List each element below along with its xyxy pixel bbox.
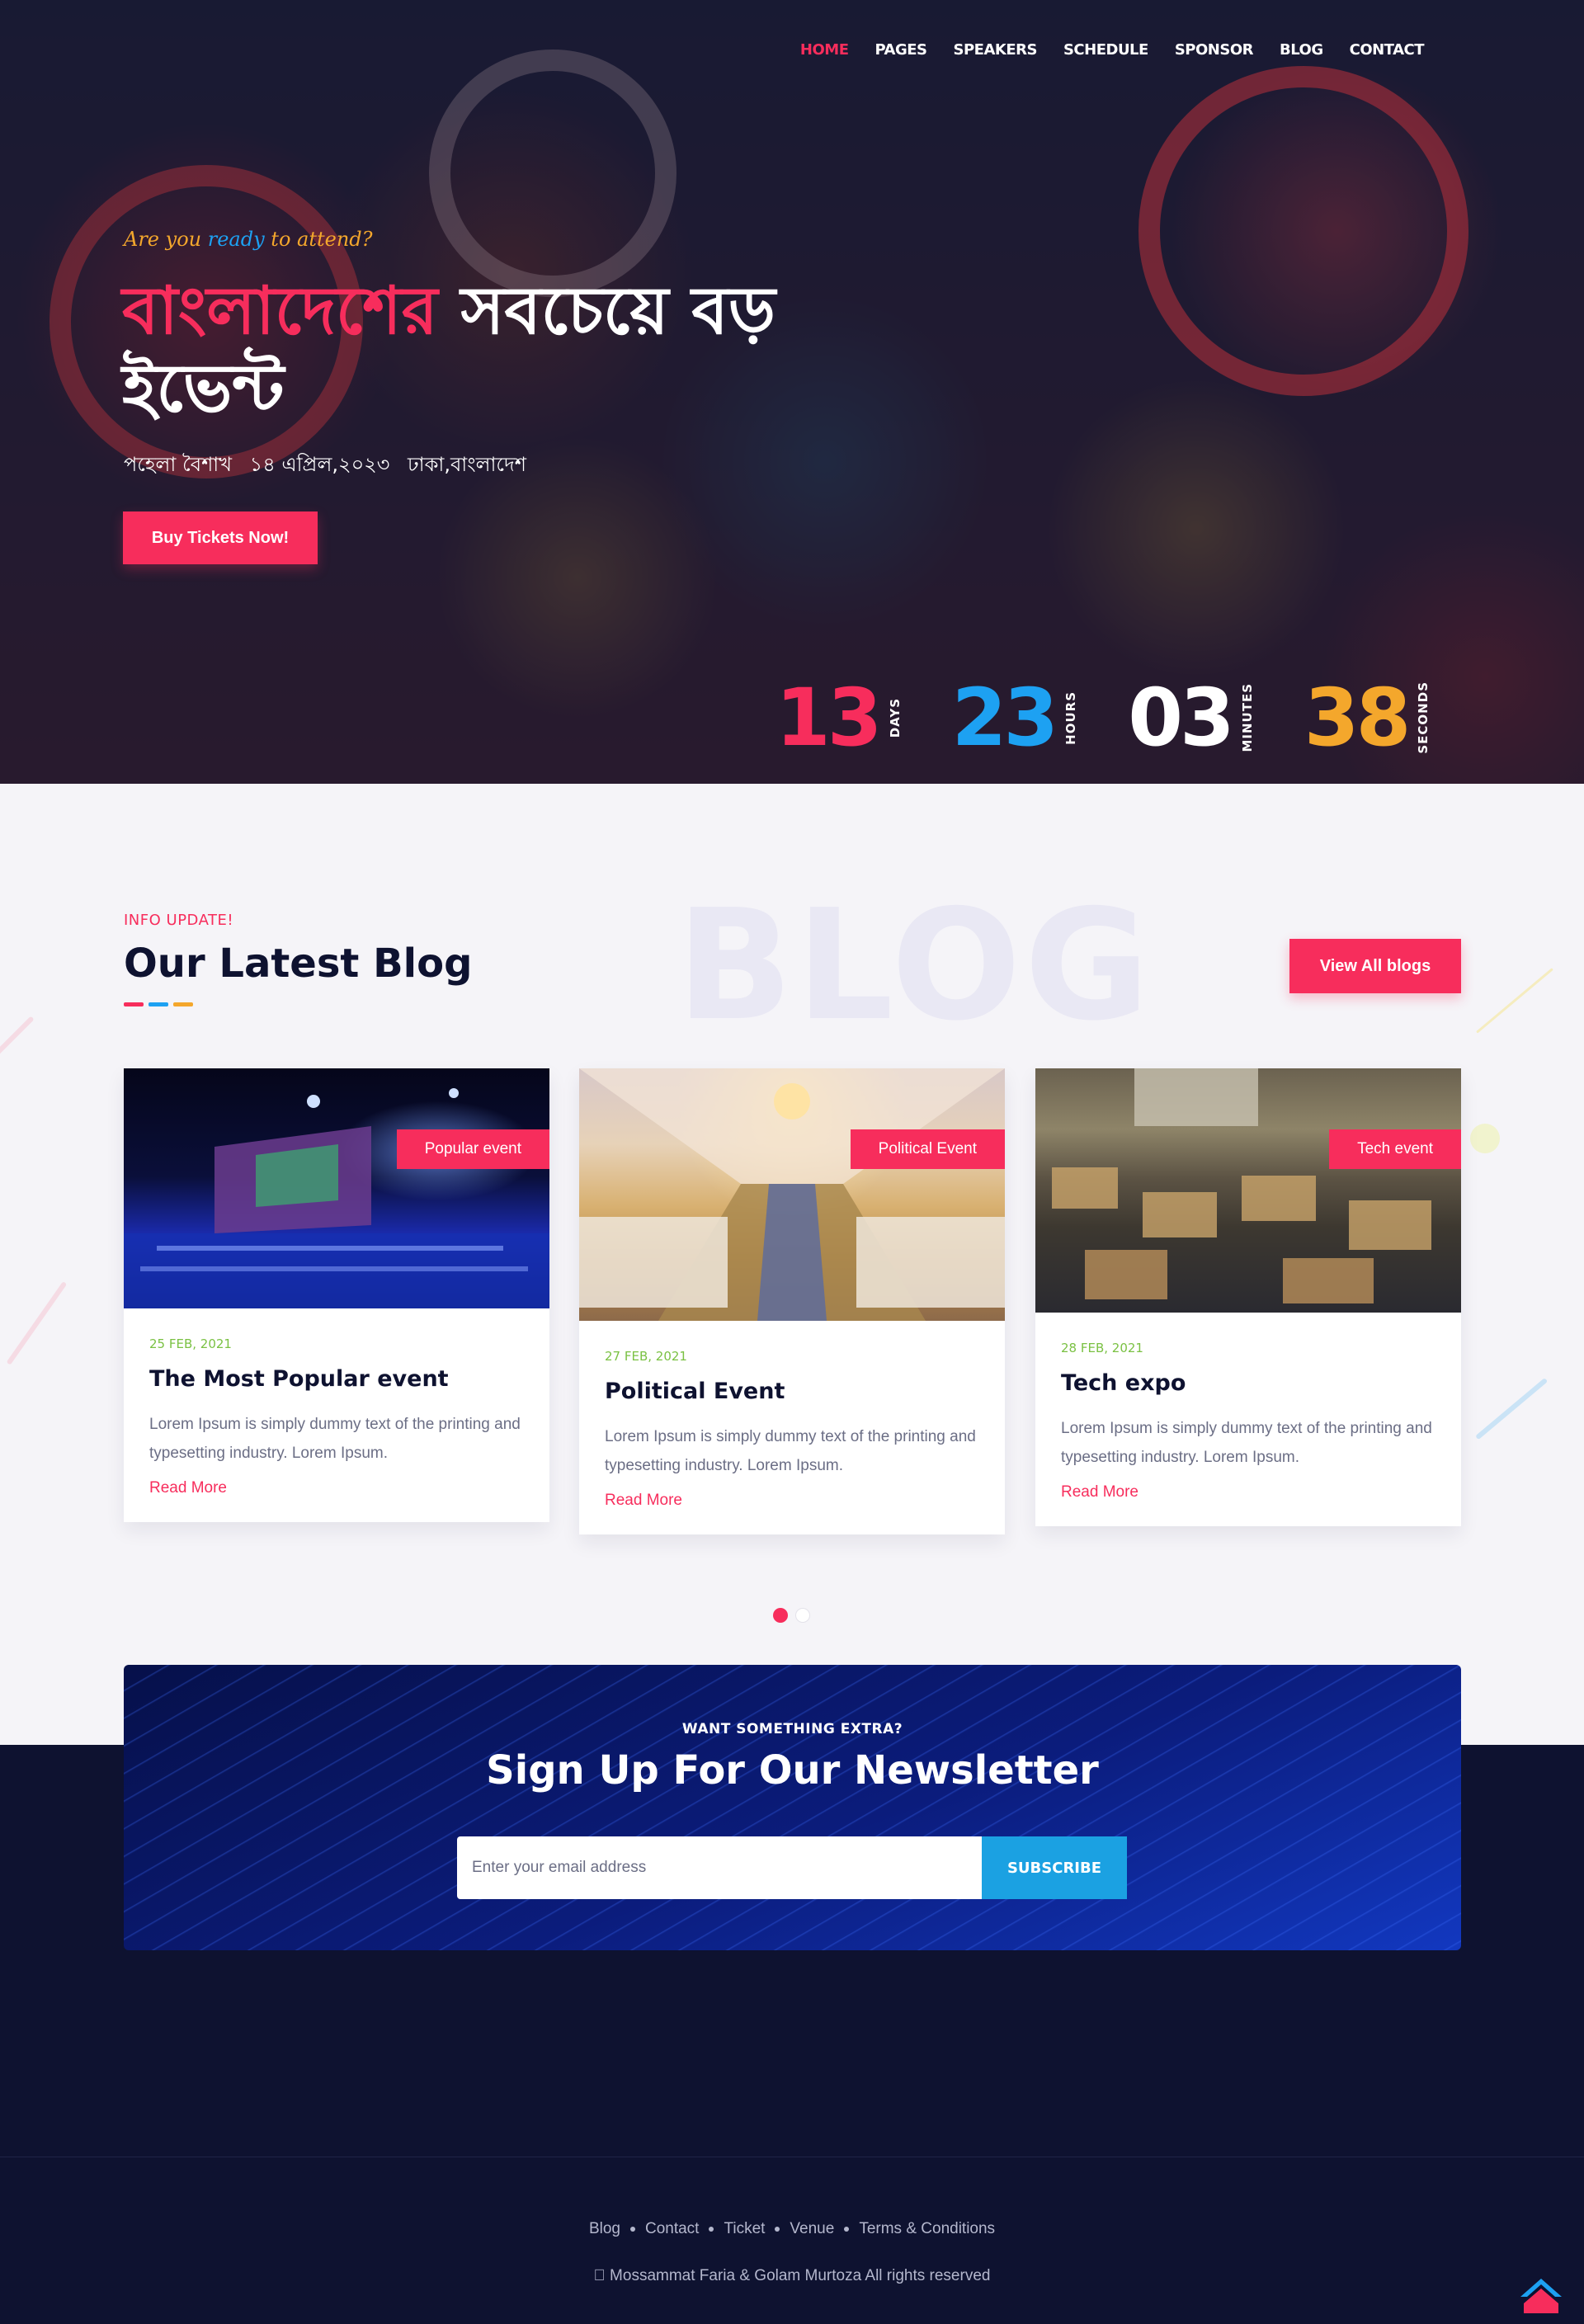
- blog-category-badge[interactable]: Tech event: [1329, 1129, 1461, 1169]
- countdown-days: 13 DAYS: [776, 676, 903, 759]
- blog-title[interactable]: Political Event: [605, 1379, 979, 1404]
- tagline-pre: Are you: [124, 228, 202, 251]
- blog-excerpt: Lorem Ipsum is simply dummy text of the …: [605, 1428, 976, 1474]
- countdown-label: DAYS: [887, 697, 903, 738]
- nav-item-contact[interactable]: CONTACT: [1350, 41, 1425, 59]
- nav-item-sponsor[interactable]: SPONSOR: [1175, 41, 1254, 59]
- footer-separator: [629, 2227, 635, 2232]
- decorative-line: [1475, 1377, 1549, 1440]
- arrow-up-icon[interactable]: [1520, 2279, 1562, 2313]
- blog-card-body: 25 FEB, 2021 The Most Popular event Lore…: [124, 1308, 549, 1522]
- festival-mask-decoration: [429, 49, 676, 297]
- decorative-line: [6, 1280, 68, 1365]
- blog-card: Political Event 27 FEB, 2021 Political E…: [579, 1068, 1005, 1534]
- blog-date: 28 FEB, 2021: [1061, 1341, 1143, 1355]
- email-input[interactable]: [457, 1836, 982, 1899]
- countdown-label: HOURS: [1063, 691, 1079, 745]
- expo-hall-illustration: [1052, 1068, 1431, 1303]
- underline-segment: [173, 1002, 193, 1006]
- countdown-value: 03: [1128, 672, 1235, 764]
- blog-title[interactable]: The Most Popular event: [149, 1366, 524, 1392]
- footer-link-terms[interactable]: Terms & Conditions: [859, 2220, 995, 2238]
- footer-link-ticket[interactable]: Ticket: [724, 2220, 765, 2238]
- decorative-line: [1476, 968, 1553, 1034]
- newsletter-kicker: WANT SOMETHING EXTRA?: [681, 1721, 903, 1737]
- newsletter-section: WANT SOMETHING EXTRA? Sign Up For Our Ne…: [124, 1665, 1461, 1950]
- newsletter-form: SUBSCRIBE: [457, 1836, 1127, 1899]
- underline-segment: [124, 1002, 144, 1006]
- underline-segment: [148, 1002, 168, 1006]
- view-all-blogs-button[interactable]: View All blogs: [1289, 939, 1461, 993]
- nav-item-blog[interactable]: BLOG: [1280, 41, 1323, 59]
- blog-excerpt: Lorem Ipsum is simply dummy text of the …: [149, 1416, 521, 1462]
- read-more-link[interactable]: Read More: [1061, 1483, 1436, 1501]
- footer-links: Blog Contact Ticket Venue Terms & Condit…: [0, 2220, 1584, 2238]
- nav-item-speakers[interactable]: SPEAKERS: [954, 41, 1038, 59]
- blog-card-body: 27 FEB, 2021 Political Event Lorem Ipsum…: [579, 1321, 1005, 1534]
- countdown-value: 13: [776, 672, 883, 764]
- event-date: ১৪ এপ্রিল,২০২৩: [249, 453, 390, 476]
- footer-link-venue[interactable]: Venue: [790, 2220, 834, 2238]
- buy-tickets-button[interactable]: Buy Tickets Now!: [123, 511, 318, 564]
- blog-section: BLOG INFO UPDATE! Our Latest Blog View A…: [0, 784, 1584, 1745]
- footer-link-blog[interactable]: Blog: [589, 2220, 620, 2238]
- carousel-dot[interactable]: [795, 1608, 810, 1623]
- newsletter-title: Sign Up For Our Newsletter: [486, 1747, 1099, 1794]
- hero-meta: পহেলা বৈশাখ ১৪ এপ্রিল,২০২৩ ঢাকা,বাংলাদেশ: [124, 450, 538, 483]
- blog-category-badge[interactable]: Political Event: [850, 1129, 1005, 1169]
- event-location: ঢাকা,বাংলাদেশ: [408, 453, 526, 476]
- nav-item-pages[interactable]: PAGES: [875, 41, 928, 59]
- countdown-seconds: 38 SECONDS: [1304, 676, 1431, 759]
- hero-tagline: Are you ready to attend?: [124, 228, 373, 251]
- hero-title-highlight: বাংলাদেশের: [122, 272, 438, 349]
- countdown-value: 38: [1304, 672, 1412, 764]
- hero-section: HOME PAGES SPEAKERS SCHEDULE SPONSOR BLO…: [0, 0, 1584, 784]
- countdown-timer: 13 DAYS 23 HOURS 03 MINUTES 38 SECONDS: [776, 676, 1431, 759]
- blog-excerpt: Lorem Ipsum is simply dummy text of the …: [1061, 1420, 1432, 1466]
- countdown-label: SECONDS: [1416, 681, 1431, 754]
- event-name: পহেলা বৈশাখ: [124, 453, 232, 476]
- footer-link-contact[interactable]: Contact: [645, 2220, 699, 2238]
- subscribe-button[interactable]: SUBSCRIBE: [982, 1836, 1127, 1899]
- countdown-minutes: 03 MINUTES: [1128, 676, 1255, 759]
- read-more-link[interactable]: Read More: [605, 1492, 979, 1510]
- copyright-text:   Mossammat Faria & Golam Murtoza All ri…: [593, 2267, 991, 2284]
- countdown-value: 23: [951, 672, 1059, 764]
- main-nav: HOME PAGES SPEAKERS SCHEDULE SPONSOR BLO…: [800, 41, 1425, 59]
- section-title: Our Latest Blog: [124, 940, 473, 987]
- blog-card-image[interactable]: Tech event: [1035, 1068, 1461, 1313]
- nav-item-schedule[interactable]: SCHEDULE: [1063, 41, 1148, 59]
- footer-separator: [709, 2227, 714, 2232]
- footer-separator: [775, 2227, 780, 2232]
- blog-card-image[interactable]: Political Event: [579, 1068, 1005, 1321]
- nav-item-home[interactable]: HOME: [800, 41, 849, 59]
- countdown-label: MINUTES: [1239, 683, 1255, 752]
- blog-card-body: 28 FEB, 2021 Tech expo Lorem Ipsum is si…: [1035, 1313, 1461, 1526]
- blog-category-badge[interactable]: Popular event: [396, 1129, 549, 1169]
- blog-date: 25 FEB, 2021: [149, 1336, 232, 1351]
- section-background-word: BLOG: [676, 876, 1153, 1054]
- section-kicker: INFO UPDATE!: [124, 912, 234, 929]
- title-underline: [124, 1002, 193, 1006]
- carousel-dots: [773, 1608, 810, 1623]
- blog-card: Tech event 28 FEB, 2021 Tech expo Lorem …: [1035, 1068, 1461, 1526]
- decorative-line: [0, 1016, 35, 1061]
- conference-hall-illustration: [124, 1088, 549, 1308]
- tagline-post: to attend?: [271, 228, 373, 251]
- blog-card-image[interactable]: Popular event: [124, 1068, 549, 1308]
- decorative-circle: [1470, 1124, 1500, 1153]
- carousel-dot-active[interactable]: [773, 1608, 788, 1623]
- blog-date: 27 FEB, 2021: [605, 1349, 687, 1364]
- blog-card: Popular event 25 FEB, 2021 The Most Popu…: [124, 1068, 549, 1522]
- tagline-highlight: ready: [207, 228, 265, 251]
- festival-mask-decoration: [1138, 66, 1468, 396]
- wedding-hall-illustration: [579, 1068, 1005, 1321]
- countdown-hours: 23 HOURS: [952, 676, 1079, 759]
- hero-title: বাংলাদেশের সবচেয়ে বড় ইভেন্ট: [122, 272, 947, 427]
- footer-separator: [844, 2227, 850, 2232]
- blog-title[interactable]: Tech expo: [1061, 1370, 1436, 1396]
- read-more-link[interactable]: Read More: [149, 1479, 524, 1497]
